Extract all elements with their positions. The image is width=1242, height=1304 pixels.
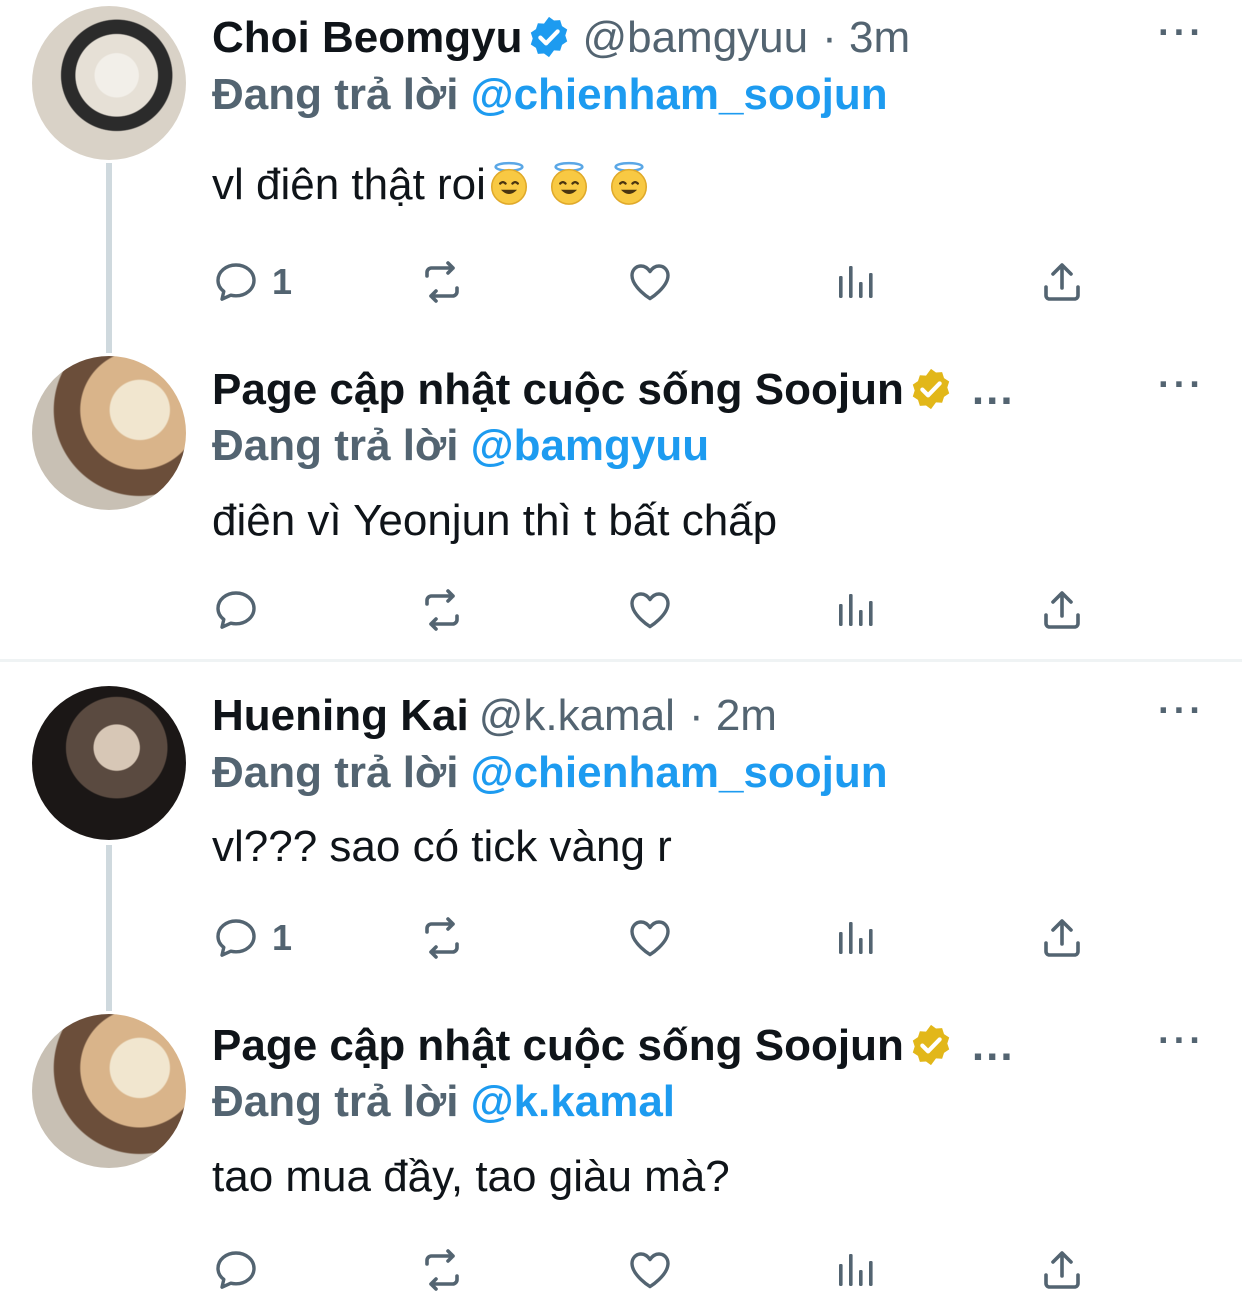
reply-mention-link[interactable]: @chienham_soojun: [471, 748, 888, 797]
reply-prefix: Đang trả lời: [212, 748, 459, 797]
tweet-text-content: vl điên thật roi: [212, 160, 486, 209]
avatar[interactable]: [32, 6, 186, 160]
views-chart-icon: [832, 914, 880, 962]
tweet-text: vl??? sao có tick vàng r: [212, 822, 672, 871]
avatar[interactable]: [32, 686, 186, 840]
views-button[interactable]: [832, 908, 880, 968]
avatar[interactable]: [32, 1014, 186, 1168]
retweet-icon: [418, 1246, 466, 1294]
share-button[interactable]: [1038, 908, 1086, 968]
truncation-ellipsis: ...: [971, 1021, 1015, 1070]
retweet-button[interactable]: [418, 252, 466, 312]
retweet-icon: [418, 258, 466, 306]
reply-icon: [212, 914, 260, 962]
display-name[interactable]: Page cập nhật cuộc sống Soojun: [212, 365, 904, 414]
retweet-button[interactable]: [418, 1240, 466, 1300]
gold-check-icon: [908, 366, 954, 412]
avatar[interactable]: [32, 356, 186, 510]
share-icon: [1038, 258, 1086, 306]
action-bar: [212, 1240, 1112, 1300]
like-button[interactable]: [626, 252, 674, 312]
share-button[interactable]: [1038, 1240, 1086, 1300]
like-button[interactable]: [626, 580, 674, 640]
reply-context: Đang trả lời @k.kamal: [212, 1072, 675, 1132]
heart-icon: [626, 914, 674, 962]
tweet-text: vl điên thật roi: [212, 155, 652, 215]
reply-context: Đang trả lời @chienham_soojun: [212, 743, 888, 803]
share-icon: [1038, 1246, 1086, 1294]
share-button[interactable]: [1038, 580, 1086, 640]
more-options-icon[interactable]: ···: [1158, 690, 1205, 733]
halo-smile-emoji: [606, 160, 652, 206]
heart-icon: [626, 586, 674, 634]
views-button[interactable]: [832, 252, 880, 312]
reply-button[interactable]: 1: [212, 908, 292, 968]
like-button[interactable]: [626, 908, 674, 968]
reply-prefix: Đang trả lời: [212, 421, 459, 470]
reply-button[interactable]: [212, 1240, 272, 1300]
thread-divider: [0, 659, 1242, 662]
display-name[interactable]: Page cập nhật cuộc sống Soojun: [212, 1021, 904, 1070]
more-options-icon[interactable]: ···: [1158, 1020, 1205, 1063]
timestamp[interactable]: · 3m: [822, 13, 910, 62]
tweet[interactable]: Page cập nhật cuộc sống Soojun... ··· Đa…: [0, 1008, 1242, 1304]
reply-button[interactable]: [212, 580, 272, 640]
retweet-button[interactable]: [418, 580, 466, 640]
reply-count: 1: [272, 917, 293, 958]
handle[interactable]: @bamgyuu: [582, 13, 808, 62]
reply-count: 1: [272, 261, 293, 302]
retweet-icon: [418, 914, 466, 962]
reply-mention-link[interactable]: @bamgyuu: [471, 421, 709, 470]
more-options-icon[interactable]: ···: [1158, 12, 1205, 55]
tweet[interactable]: Huening Kai @k.kamal · 2m ··· Đang trả lời…: [0, 680, 1242, 1000]
views-button[interactable]: [832, 580, 880, 640]
tweet-header: Choi Beomgyu @bamgyuu · 3m: [212, 2, 910, 74]
reply-mention-link[interactable]: @k.kamal: [471, 1077, 675, 1126]
reply-context: Đang trả lời @chienham_soojun: [212, 65, 888, 125]
reply-prefix: Đang trả lời: [212, 1077, 459, 1126]
action-bar: [212, 580, 1112, 640]
retweet-icon: [418, 586, 466, 634]
halo-smile-emoji: [486, 160, 532, 206]
display-name[interactable]: Huening Kai: [212, 691, 469, 740]
tweet-header: Huening Kai @k.kamal · 2m: [212, 680, 777, 752]
timestamp[interactable]: · 2m: [689, 691, 777, 740]
action-bar: 1: [212, 252, 1112, 312]
views-chart-icon: [832, 586, 880, 634]
share-icon: [1038, 586, 1086, 634]
halo-smile-emoji: [546, 160, 592, 206]
gold-check-icon: [908, 1022, 954, 1068]
views-chart-icon: [832, 1246, 880, 1294]
reply-prefix: Đang trả lời: [212, 70, 459, 119]
more-options-icon[interactable]: ···: [1158, 364, 1205, 407]
heart-icon: [626, 1246, 674, 1294]
display-name[interactable]: Choi Beomgyu: [212, 13, 522, 62]
share-icon: [1038, 914, 1086, 962]
share-button[interactable]: [1038, 252, 1086, 312]
reply-icon: [212, 1246, 260, 1294]
reply-icon: [212, 258, 260, 306]
tweet-text: điên vì Yeonjun thì t bất chấp: [212, 496, 778, 545]
tweet[interactable]: Page cập nhật cuộc sống Soojun... ··· Đa…: [0, 350, 1242, 660]
handle[interactable]: @k.kamal: [479, 691, 675, 740]
blue-check-icon: [526, 14, 572, 60]
like-button[interactable]: [626, 1240, 674, 1300]
retweet-button[interactable]: [418, 908, 466, 968]
truncation-ellipsis: ...: [971, 365, 1015, 414]
views-button[interactable]: [832, 1240, 880, 1300]
reply-button[interactable]: 1: [212, 252, 292, 312]
reply-mention-link[interactable]: @chienham_soojun: [471, 70, 888, 119]
views-chart-icon: [832, 258, 880, 306]
reply-context: Đang trả lời @bamgyuu: [212, 416, 709, 476]
action-bar: 1: [212, 908, 1112, 968]
reply-icon: [212, 586, 260, 634]
tweet[interactable]: Choi Beomgyu @bamgyuu · 3m ··· Đang trả lờ…: [0, 0, 1242, 340]
tweet-text: tao mua đầy, tao giàu mà?: [212, 1152, 730, 1201]
heart-icon: [626, 258, 674, 306]
